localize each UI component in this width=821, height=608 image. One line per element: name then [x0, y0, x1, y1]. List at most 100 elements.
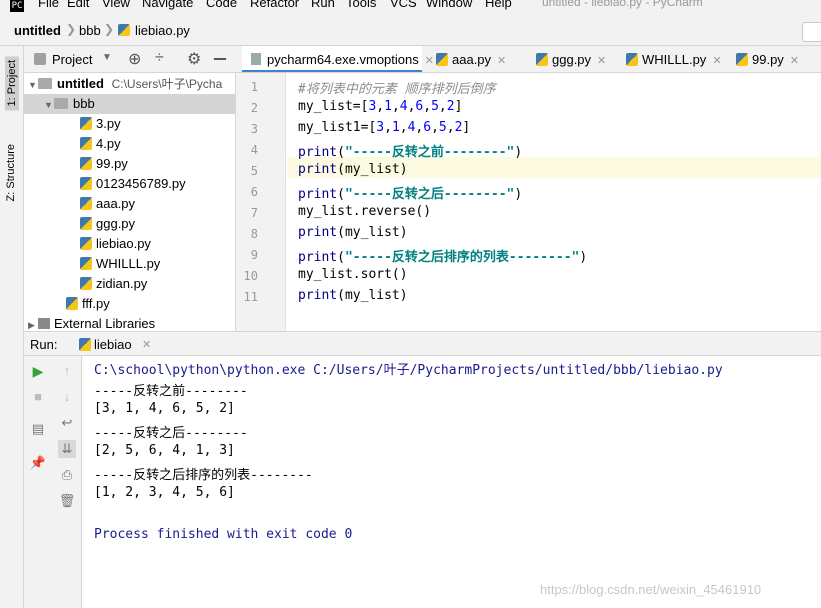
tree-file-label: 3.py [96, 116, 121, 131]
code-line[interactable]: #将列表中的元素 顺序排列后倒序 [298, 78, 496, 97]
tree-folder-bbb[interactable]: ▼ bbb [24, 94, 236, 114]
layout-icon[interactable]: ▤ [29, 420, 47, 438]
close-icon[interactable]: ✕ [497, 55, 506, 67]
code-line[interactable]: my_list.reverse() [298, 204, 431, 219]
tree-file-fff[interactable]: fff.py [66, 294, 110, 314]
menu-tools[interactable]: Tools [346, 0, 376, 10]
python-file-icon [626, 53, 638, 66]
run-console[interactable]: C:\school\python\python.exe C:/Users/叶子/… [82, 356, 821, 608]
collapse-icon[interactable]: ÷ [155, 49, 164, 67]
line-number: 7 [250, 206, 258, 220]
pycharm-logo-icon: PC [10, 0, 24, 12]
print-icon[interactable]: ⎙ [58, 466, 76, 484]
line-number: 10 [243, 269, 258, 283]
project-tool-tab[interactable]: 1: Project [5, 56, 19, 111]
console-line: [2, 5, 6, 4, 1, 3] [94, 443, 235, 458]
chevron-down-icon[interactable]: ▼ [102, 52, 112, 63]
tree-file[interactable]: 0123456789.py [80, 174, 186, 194]
breadcrumb-file[interactable]: liebiao.py [135, 23, 190, 38]
close-icon[interactable]: ✕ [597, 55, 606, 67]
tree-file[interactable]: liebiao.py [80, 234, 151, 254]
line-number: 6 [250, 185, 258, 199]
window-title: untitled - liebiao.py - PyCharm [542, 0, 703, 9]
tree-file[interactable]: 99.py [80, 154, 128, 174]
code-line[interactable]: my_list.sort() [298, 267, 408, 282]
menu-edit[interactable]: Edit [67, 0, 89, 10]
locate-icon[interactable]: ⊕ [128, 49, 141, 69]
tree-external-label: External Libraries [54, 316, 156, 331]
breadcrumb-folder[interactable]: bbb [79, 23, 101, 38]
run-tab-label[interactable]: liebiao [94, 337, 132, 352]
menu-view[interactable]: View [102, 0, 130, 10]
close-icon[interactable]: ✕ [425, 55, 434, 67]
menu-window[interactable]: Window [426, 0, 472, 10]
run-tool-header: Run: liebiao ✕ [24, 331, 821, 356]
tree-file[interactable]: 4.py [80, 134, 121, 154]
trash-icon[interactable]: 🗑 [58, 492, 76, 510]
line-number: 1 [250, 80, 258, 94]
tree-file[interactable]: ggg.py [80, 214, 135, 234]
python-file-icon [436, 53, 448, 66]
python-file-icon [80, 277, 92, 290]
tab-aaa[interactable]: aaa.py ✕ [436, 46, 506, 72]
python-file-icon [66, 297, 78, 310]
menu-help[interactable]: Help [485, 0, 512, 10]
stop-icon[interactable]: ■ [29, 388, 47, 406]
code-line[interactable]: my_list1=[3,1,4,6,5,2] [298, 120, 470, 135]
code-line[interactable]: print(my_list) [298, 288, 408, 303]
line-number: 4 [250, 143, 258, 157]
tree-folder-label: bbb [73, 96, 95, 111]
code-line[interactable]: print(my_list) [298, 225, 408, 240]
tab-vmoptions[interactable]: pycharm64.exe.vmoptions ✕ [242, 46, 434, 72]
tab-whilll[interactable]: WHILLL.py ✕ [626, 46, 722, 72]
tree-root-name: untitled [57, 76, 104, 91]
menu-bar: PC File Edit View Navigate Code Refactor… [0, 0, 821, 14]
run-label: Run: [30, 337, 58, 352]
tree-file[interactable]: 3.py [80, 114, 121, 134]
tab-99[interactable]: 99.py ✕ [736, 46, 799, 72]
tree-file[interactable]: WHILLL.py [80, 254, 160, 274]
close-icon[interactable]: ✕ [712, 55, 721, 67]
scroll-to-end-icon[interactable]: ⇊ [58, 440, 76, 458]
code-line[interactable]: my_list=[3,1,4,6,5,2] [298, 99, 462, 114]
menu-navigate[interactable]: Navigate [142, 0, 193, 10]
menu-file[interactable]: File [38, 0, 59, 10]
line-number: 3 [250, 122, 258, 136]
code-line[interactable]: print("-----反转之后--------") [298, 183, 522, 202]
tree-file[interactable]: aaa.py [80, 194, 135, 214]
tree-file[interactable]: zidian.py [80, 274, 147, 294]
code-line[interactable]: print("-----反转之后排序的列表--------") [298, 246, 587, 265]
chevron-right-icon: ❯ [66, 22, 77, 36]
python-file-icon [118, 24, 130, 36]
arrow-down-icon[interactable]: ↓ [58, 388, 76, 406]
line-number: 5 [250, 164, 258, 178]
run-toolbar: ▶ ↑ ■ ↓ ↩ ▤ ⇊ 📌 ⎙ 🗑 [24, 356, 82, 608]
code-line[interactable]: print("-----反转之前--------") [298, 141, 522, 160]
menu-vcs[interactable]: VCS [390, 0, 417, 10]
run-config-button[interactable] [802, 22, 821, 42]
minimize-icon[interactable] [214, 58, 226, 60]
soft-wrap-icon[interactable]: ↩ [58, 414, 76, 432]
python-file-icon [736, 53, 748, 66]
tree-file-label: 0123456789.py [96, 176, 186, 191]
breadcrumb-project[interactable]: untitled [14, 23, 61, 38]
close-icon[interactable]: ✕ [790, 55, 799, 67]
menu-run[interactable]: Run [311, 0, 335, 10]
arrow-up-icon[interactable]: ↑ [58, 362, 76, 380]
tree-root[interactable]: ▼ untitled C:\Users\叶子\Pycha [28, 74, 222, 94]
tab-ggg[interactable]: ggg.py ✕ [536, 46, 606, 72]
gear-icon[interactable]: ⚙ [187, 49, 201, 69]
rerun-icon[interactable]: ▶ [29, 362, 47, 380]
project-view-selector[interactable]: Project [52, 52, 92, 67]
structure-tool-tab[interactable]: Z: Structure [5, 144, 17, 201]
code-line[interactable]: print(my_list) [298, 162, 408, 177]
menu-refactor[interactable]: Refactor [250, 0, 299, 10]
pin-icon[interactable]: 📌 [29, 454, 47, 472]
tree-file-label: 4.py [96, 136, 121, 151]
menu-code[interactable]: Code [206, 0, 237, 10]
python-file-icon [80, 137, 92, 150]
line-number: 11 [243, 290, 258, 304]
python-file-icon [536, 53, 548, 66]
tree-file-label: 99.py [96, 156, 128, 171]
close-icon[interactable]: ✕ [142, 338, 151, 351]
